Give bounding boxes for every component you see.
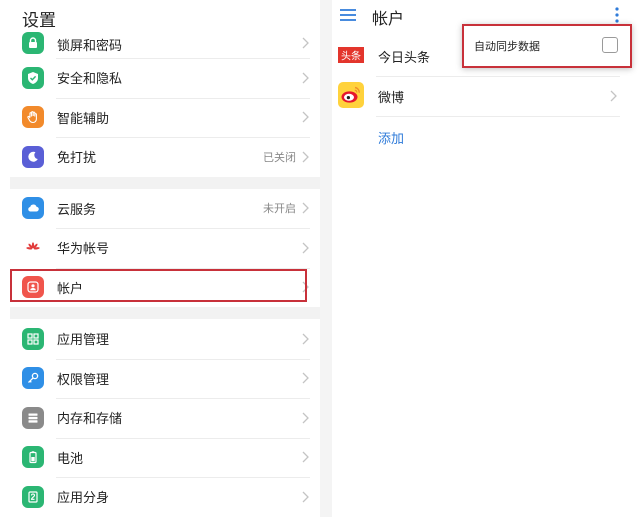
settings-item-label: 应用分身 (57, 491, 110, 507)
settings-item-app-management[interactable]: 应用管理 (10, 319, 320, 359)
settings-item-lock-screen[interactable]: 锁屏和密码 (10, 30, 320, 58)
settings-item-app-twin[interactable]: 应用分身 (10, 477, 320, 517)
battery-icon (22, 446, 44, 469)
accounts-panel: 帐户 头条 今日头条 微博 添加 自动同步数据 (332, 0, 640, 517)
settings-item-accounts[interactable]: 帐户 (10, 267, 320, 307)
more-options-icon[interactable] (614, 6, 620, 24)
moon-icon (22, 145, 44, 168)
account-divider (376, 116, 620, 117)
key-icon (22, 367, 44, 390)
settings-item-label: 免打扰 (57, 151, 97, 167)
settings-item-battery[interactable]: 电池 (10, 437, 320, 477)
settings-item-label: 华为帐号 (57, 242, 110, 258)
hamburger-menu-icon[interactable] (340, 8, 356, 22)
huawei-logo-icon (22, 236, 44, 259)
settings-item-security-privacy[interactable]: 安全和隐私 (10, 58, 320, 98)
chevron-right-icon (302, 72, 309, 84)
chevron-right-icon (302, 372, 309, 384)
settings-item-label: 安全和隐私 (57, 72, 123, 88)
user-icon (22, 276, 44, 299)
settings-item-permissions[interactable]: 权限管理 (10, 358, 320, 398)
settings-item-label: 内存和存储 (57, 412, 123, 428)
panel-divider (320, 0, 332, 517)
chevron-right-icon (302, 111, 309, 123)
account-item-label: 微博 (378, 91, 405, 106)
settings-item-do-not-disturb[interactable]: 免打扰 已关闭 (10, 137, 320, 177)
lock-icon (22, 32, 44, 54)
account-item-weibo[interactable]: 微博 (332, 76, 622, 116)
chevron-right-icon (302, 242, 309, 254)
chevron-right-icon (302, 412, 309, 424)
settings-item-label: 应用管理 (57, 333, 110, 349)
accounts-title: 帐户 (372, 9, 405, 28)
group-divider (10, 176, 320, 189)
chevron-right-icon (302, 451, 309, 463)
settings-item-label: 权限管理 (57, 372, 110, 388)
cloud-icon (22, 197, 44, 220)
shield-check-icon (22, 66, 44, 89)
popup-highlight-frame (462, 24, 632, 68)
settings-item-label: 帐户 (57, 281, 84, 297)
chevron-right-icon (302, 37, 309, 49)
hand-icon (22, 106, 44, 129)
settings-item-label: 电池 (57, 451, 84, 467)
settings-item-smart-assist[interactable]: 智能辅助 (10, 97, 320, 137)
toutiao-logo-icon: 头条 (338, 47, 364, 63)
settings-title: 设置 (22, 11, 56, 31)
settings-item-cloud-service[interactable]: 云服务 未开启 (10, 188, 320, 228)
overflow-popup-menu: 自动同步数据 (462, 24, 632, 68)
settings-panel: 设置 锁屏和密码 安全和隐私 智能辅助 免打扰 已关闭 云服务 未开启 华为帐号… (10, 0, 320, 517)
account-item-label: 今日头条 (378, 51, 431, 66)
chevron-right-icon (302, 202, 309, 214)
chevron-right-icon (302, 151, 309, 163)
settings-item-huawei-account[interactable]: 华为帐号 (10, 228, 320, 268)
app-twin-icon (22, 485, 44, 508)
settings-item-memory-storage[interactable]: 内存和存储 (10, 398, 320, 438)
apps-grid-icon (22, 327, 44, 350)
storage-icon (22, 406, 44, 429)
settings-item-value: 已关闭 (263, 150, 296, 164)
group-divider (10, 307, 320, 319)
settings-list: 锁屏和密码 安全和隐私 智能辅助 免打扰 已关闭 云服务 未开启 华为帐号 帐户… (10, 30, 320, 517)
chevron-right-icon (302, 281, 309, 293)
weibo-logo-icon (338, 82, 364, 108)
add-account-link[interactable]: 添加 (378, 128, 404, 147)
settings-item-label: 锁屏和密码 (57, 39, 123, 54)
settings-item-value: 未开启 (263, 202, 296, 216)
chevron-right-icon (302, 333, 309, 345)
settings-item-label: 智能辅助 (57, 111, 110, 127)
chevron-right-icon (302, 491, 309, 503)
chevron-right-icon (610, 90, 617, 102)
settings-item-label: 云服务 (57, 202, 97, 218)
toutiao-logo-text: 头条 (341, 50, 361, 63)
